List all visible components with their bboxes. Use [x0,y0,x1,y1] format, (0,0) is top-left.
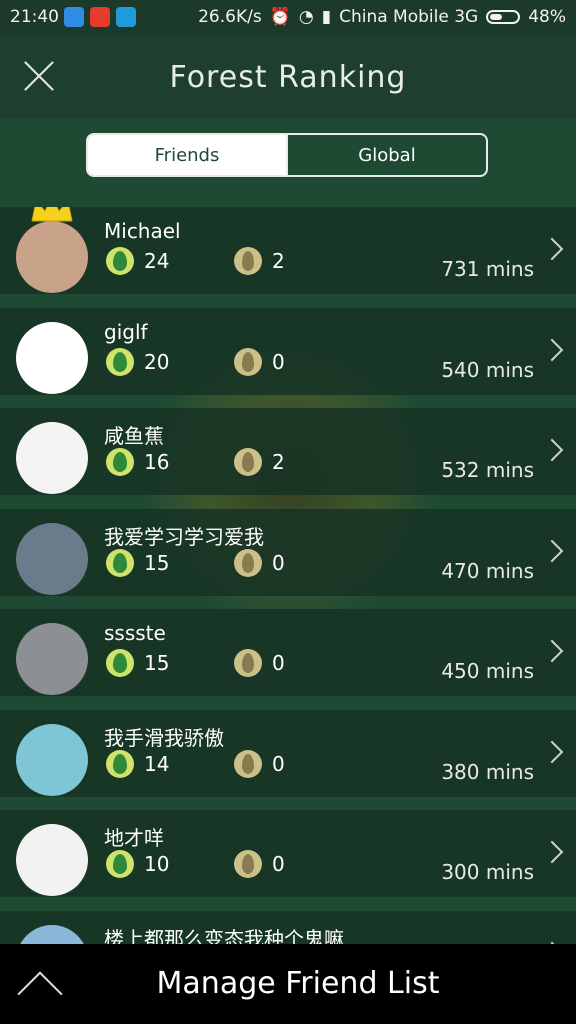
dead-tree-count: 2 [272,249,285,273]
chevron-right-icon[interactable] [540,237,564,261]
focus-minutes: 380 mins [441,759,534,784]
water-drop-icon [116,7,136,27]
tab-global[interactable]: Global [286,135,486,175]
chevron-right-icon[interactable] [540,740,564,763]
page-title: Forest Ranking [169,60,407,95]
healthy-tree-icon [106,247,134,275]
dead-tree-count: 0 [272,651,285,675]
healthy-tree-count: 10 [144,852,170,876]
dead-tree-icon [234,749,262,778]
status-right: 26.6K/s ⏰ ◔ ▮ China Mobile 3G 48% [198,7,566,27]
dead-tree-icon [234,347,262,376]
dead-tree-icon [234,247,262,275]
dead-tree-count: 0 [272,550,285,575]
avatar [16,723,88,796]
ranking-tabs: Friends Global [86,133,488,177]
wifi-icon: ◔ [298,7,314,27]
focus-minutes: 470 mins [441,558,534,583]
healthy-tree-icon [106,649,134,677]
ranking-list: Michael 24 2 731 mins giglf 20 0 540 min… [0,207,576,944]
healthy-tree-count: 16 [144,450,170,474]
ranking-row[interactable]: Michael 24 2 731 mins [0,207,576,294]
status-bar: 21:40 26.6K/s ⏰ ◔ ▮ China Mobile 3G 48% [0,0,576,34]
dead-tree-icon [234,448,262,476]
avatar [16,422,88,494]
healthy-tree-count: 15 [144,651,170,675]
friend-name: 咸鱼蕉 [104,424,164,448]
healthy-tree-icon [106,548,134,577]
ranking-row[interactable]: giglf 20 0 540 mins [0,307,576,395]
chevron-right-icon[interactable] [540,338,564,361]
dead-tree-count: 0 [272,751,285,776]
dead-tree-count: 0 [272,852,285,876]
focus-minutes: 300 mins [441,860,534,884]
avatar [16,623,88,695]
healthy-tree-icon [106,448,134,476]
friend-name: giglf [104,319,148,344]
avatar [16,522,88,595]
dead-tree-icon [234,548,262,577]
avatar [16,321,88,394]
avatar [16,924,88,944]
app-notification-icon [64,7,84,27]
network-speed: 26.6K/s [198,7,262,27]
chevron-right-icon[interactable] [540,840,564,864]
focus-minutes: 540 mins [441,357,534,382]
avatar [16,824,88,896]
ranking-row[interactable]: sssste 15 0 450 mins [0,609,576,696]
healthy-tree-icon [106,850,134,878]
manage-friend-list-button[interactable]: Manage Friend List [0,966,576,1001]
footer[interactable]: Manage Friend List [0,944,576,1024]
friend-name: sssste [104,621,166,645]
friend-name: 我爱学习学习爱我 [104,524,264,549]
dead-tree-count: 0 [272,349,285,374]
healthy-tree-icon [106,347,134,376]
ranking-row[interactable]: 楼上都那么变态我种个鬼嘛 [0,910,576,945]
healthy-tree-icon [106,749,134,778]
focus-minutes: 731 mins [441,257,534,281]
healthy-tree-count: 20 [144,349,170,374]
focus-minutes: 450 mins [441,659,534,683]
ranking-row[interactable]: 我爱学习学习爱我 15 0 470 mins [0,508,576,596]
battery-percent: 48% [528,7,566,27]
chevron-right-icon[interactable] [540,438,564,462]
chevron-right-icon[interactable] [540,539,564,562]
header: Forest Ranking [0,34,576,118]
dead-tree-count: 2 [272,450,285,474]
battery-fill [490,14,503,20]
carrier-name: China Mobile 3G [339,7,479,27]
ranking-row[interactable]: 地才咩 10 0 300 mins [0,810,576,897]
avatar [16,221,88,293]
ranking-row[interactable]: 我手滑我骄傲 14 0 380 mins [0,709,576,797]
weibo-icon [90,7,110,27]
ranking-row[interactable]: 咸鱼蕉 16 2 532 mins [0,408,576,495]
alarm-off-icon: ⏰ [269,7,291,27]
battery-icon [486,10,521,24]
tab-friends[interactable]: Friends [88,135,286,175]
healthy-tree-count: 15 [144,550,170,575]
friend-name: 地才咩 [104,826,164,850]
status-time: 21:40 [10,7,59,27]
dead-tree-icon [234,649,262,677]
focus-minutes: 532 mins [441,458,534,482]
friend-name: Michael [104,219,181,243]
crown-icon [31,207,73,222]
dead-tree-icon [234,850,262,878]
friend-name: 我手滑我骄傲 [104,725,224,750]
friend-name: 楼上都那么变态我种个鬼嘛 [104,926,344,945]
healthy-tree-count: 24 [144,249,170,273]
chevron-right-icon[interactable] [540,639,564,663]
healthy-tree-count: 14 [144,751,170,776]
signal-icon: ▮ [321,7,332,27]
